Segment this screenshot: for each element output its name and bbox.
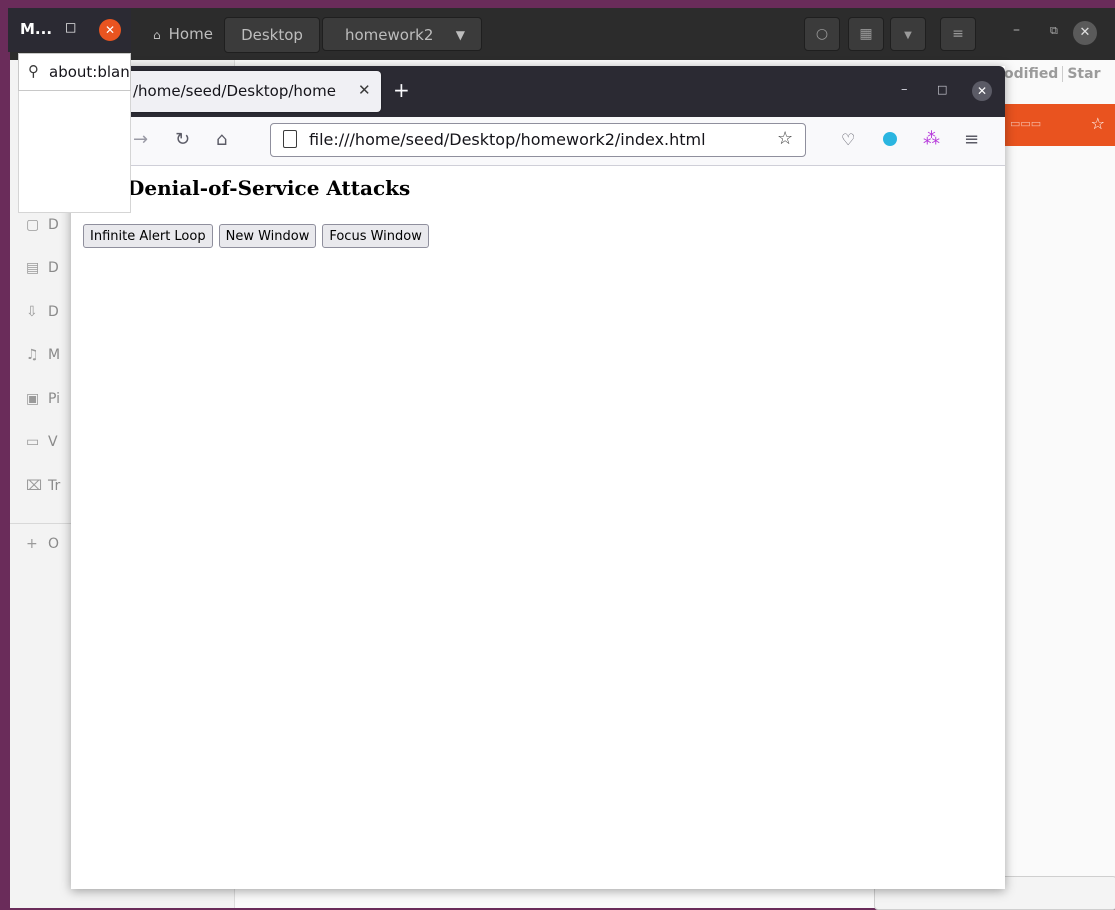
document-icon: ▤ bbox=[26, 260, 40, 276]
view-options-button[interactable]: ▼ bbox=[890, 17, 926, 51]
popup-titlebar: M... □ ✕ bbox=[8, 8, 131, 52]
close-icon: ✕ bbox=[1079, 25, 1091, 40]
sidebar-item-documents[interactable]: ▢ D bbox=[26, 217, 59, 233]
sidebar-item-pictures[interactable]: ▣ Pi bbox=[26, 391, 60, 407]
close-tab-icon[interactable]: ✕ bbox=[358, 81, 371, 99]
popup-content bbox=[18, 91, 131, 213]
maximize-button[interactable]: □ bbox=[65, 20, 76, 34]
hamburger-menu-icon[interactable]: ≡ bbox=[964, 129, 979, 150]
grid-icon: ▦ bbox=[859, 26, 873, 42]
search-icon: ○ bbox=[815, 26, 829, 42]
music-icon: ♫ bbox=[26, 347, 39, 363]
home-icon: ⌂ bbox=[153, 28, 161, 42]
new-tab-button[interactable]: + bbox=[393, 78, 410, 102]
column-modified[interactable]: odified bbox=[1000, 66, 1062, 82]
popup-url-text: about:blank bbox=[49, 63, 131, 81]
tab-bar: /home/seed/Desktop/home ✕ + – □ ✕ bbox=[71, 66, 1005, 117]
folder-icon: ▢ bbox=[26, 217, 40, 233]
minimize-button[interactable]: – bbox=[901, 82, 908, 97]
restore-button[interactable]: ⧉ bbox=[1050, 24, 1058, 38]
selected-file-row[interactable]: ▭▭▭ ☆ bbox=[1000, 104, 1115, 146]
close-window-button[interactable]: ✕ bbox=[972, 81, 992, 101]
search-button[interactable]: ○ bbox=[804, 17, 840, 51]
menu-button[interactable]: ≡ bbox=[940, 17, 976, 51]
minimize-button[interactable]: – bbox=[1013, 22, 1020, 38]
video-icon: ▭ bbox=[26, 434, 40, 450]
picture-icon: ▣ bbox=[26, 391, 40, 407]
close-button[interactable]: ✕ bbox=[1073, 21, 1097, 45]
tab-index[interactable]: /home/seed/Desktop/home ✕ bbox=[123, 71, 381, 112]
chevron-down-icon: ▼ bbox=[904, 30, 912, 41]
infinite-alert-loop-button[interactable]: Infinite Alert Loop bbox=[83, 224, 213, 248]
popup-window: M... □ ✕ ⚲ about:blank bbox=[8, 8, 131, 213]
search-icon: ⚲ bbox=[28, 62, 39, 80]
focus-window-button[interactable]: Focus Window bbox=[322, 224, 429, 248]
plus-icon: + bbox=[26, 536, 38, 552]
popup-close-button[interactable]: ✕ bbox=[99, 19, 121, 41]
pocket-icon[interactable]: ♡ bbox=[841, 130, 855, 149]
page-icon bbox=[283, 130, 297, 148]
url-bar[interactable]: file:///home/seed/Desktop/homework2/inde… bbox=[270, 123, 806, 157]
popup-url-bar[interactable]: ⚲ about:blank bbox=[18, 53, 131, 91]
column-headers: odified Star bbox=[1000, 66, 1105, 82]
star-icon[interactable]: ☆ bbox=[1091, 114, 1105, 133]
browser-window: /home/seed/Desktop/home ✕ + – □ ✕ → ↻ ⌂ … bbox=[71, 66, 1005, 889]
file-manager-header: ⌂ Home Desktop homework2 ▼ ○ ▦ ▼ ≡ – ⧉ ✕ bbox=[10, 8, 1115, 60]
devtools-extension-icon[interactable]: ⁂ bbox=[923, 129, 940, 149]
view-grid-button[interactable]: ▦ bbox=[848, 17, 884, 51]
maximize-button[interactable]: □ bbox=[937, 83, 947, 96]
popup-title: M... bbox=[20, 20, 53, 38]
download-icon: ⇩ bbox=[26, 304, 38, 320]
path-homework2-button[interactable]: homework2 ▼ bbox=[322, 17, 482, 51]
close-icon: ✕ bbox=[976, 84, 988, 98]
button-row: Infinite Alert Loop New Window Focus Win… bbox=[83, 224, 429, 248]
close-icon: ✕ bbox=[104, 23, 116, 37]
url-text: file:///home/seed/Desktop/homework2/inde… bbox=[309, 130, 706, 149]
sidebar-item-music[interactable]: ♫ M bbox=[26, 347, 60, 363]
tab-title: /home/seed/Desktop/home bbox=[133, 82, 336, 100]
forward-icon[interactable]: → bbox=[133, 129, 148, 150]
path-desktop-button[interactable]: Desktop bbox=[224, 17, 320, 53]
bookmark-star-icon[interactable]: ☆ bbox=[777, 128, 793, 149]
new-window-button[interactable]: New Window bbox=[218, 224, 317, 248]
chevron-down-icon: ▼ bbox=[455, 28, 465, 42]
reload-icon[interactable]: ↻ bbox=[175, 129, 190, 150]
extension-icon[interactable] bbox=[883, 130, 897, 151]
sidebar-item-trash[interactable]: ⌧ Tr bbox=[26, 478, 60, 494]
trash-icon: ⌧ bbox=[26, 478, 43, 494]
sidebar-item-downloads[interactable]: ⇩ D bbox=[26, 304, 59, 320]
sidebar-item-videos[interactable]: ▭ V bbox=[26, 434, 58, 450]
row-detail: ▭▭▭ bbox=[1010, 117, 1042, 130]
hamburger-icon: ≡ bbox=[952, 26, 964, 42]
path-home-button[interactable]: ⌂ Home bbox=[145, 17, 223, 51]
sidebar-item-desktop[interactable]: ▤ D bbox=[26, 260, 59, 276]
column-star[interactable]: Star bbox=[1062, 66, 1105, 82]
sidebar-item-other-locations[interactable]: + O bbox=[26, 536, 59, 552]
page-title: Denial-of-Service Attacks bbox=[127, 176, 411, 200]
navigation-toolbar: → ↻ ⌂ file:///home/seed/Desktop/homework… bbox=[71, 117, 1005, 166]
home-icon[interactable]: ⌂ bbox=[216, 129, 227, 150]
page-content: Denial-of-Service Attacks Infinite Alert… bbox=[71, 166, 1005, 889]
